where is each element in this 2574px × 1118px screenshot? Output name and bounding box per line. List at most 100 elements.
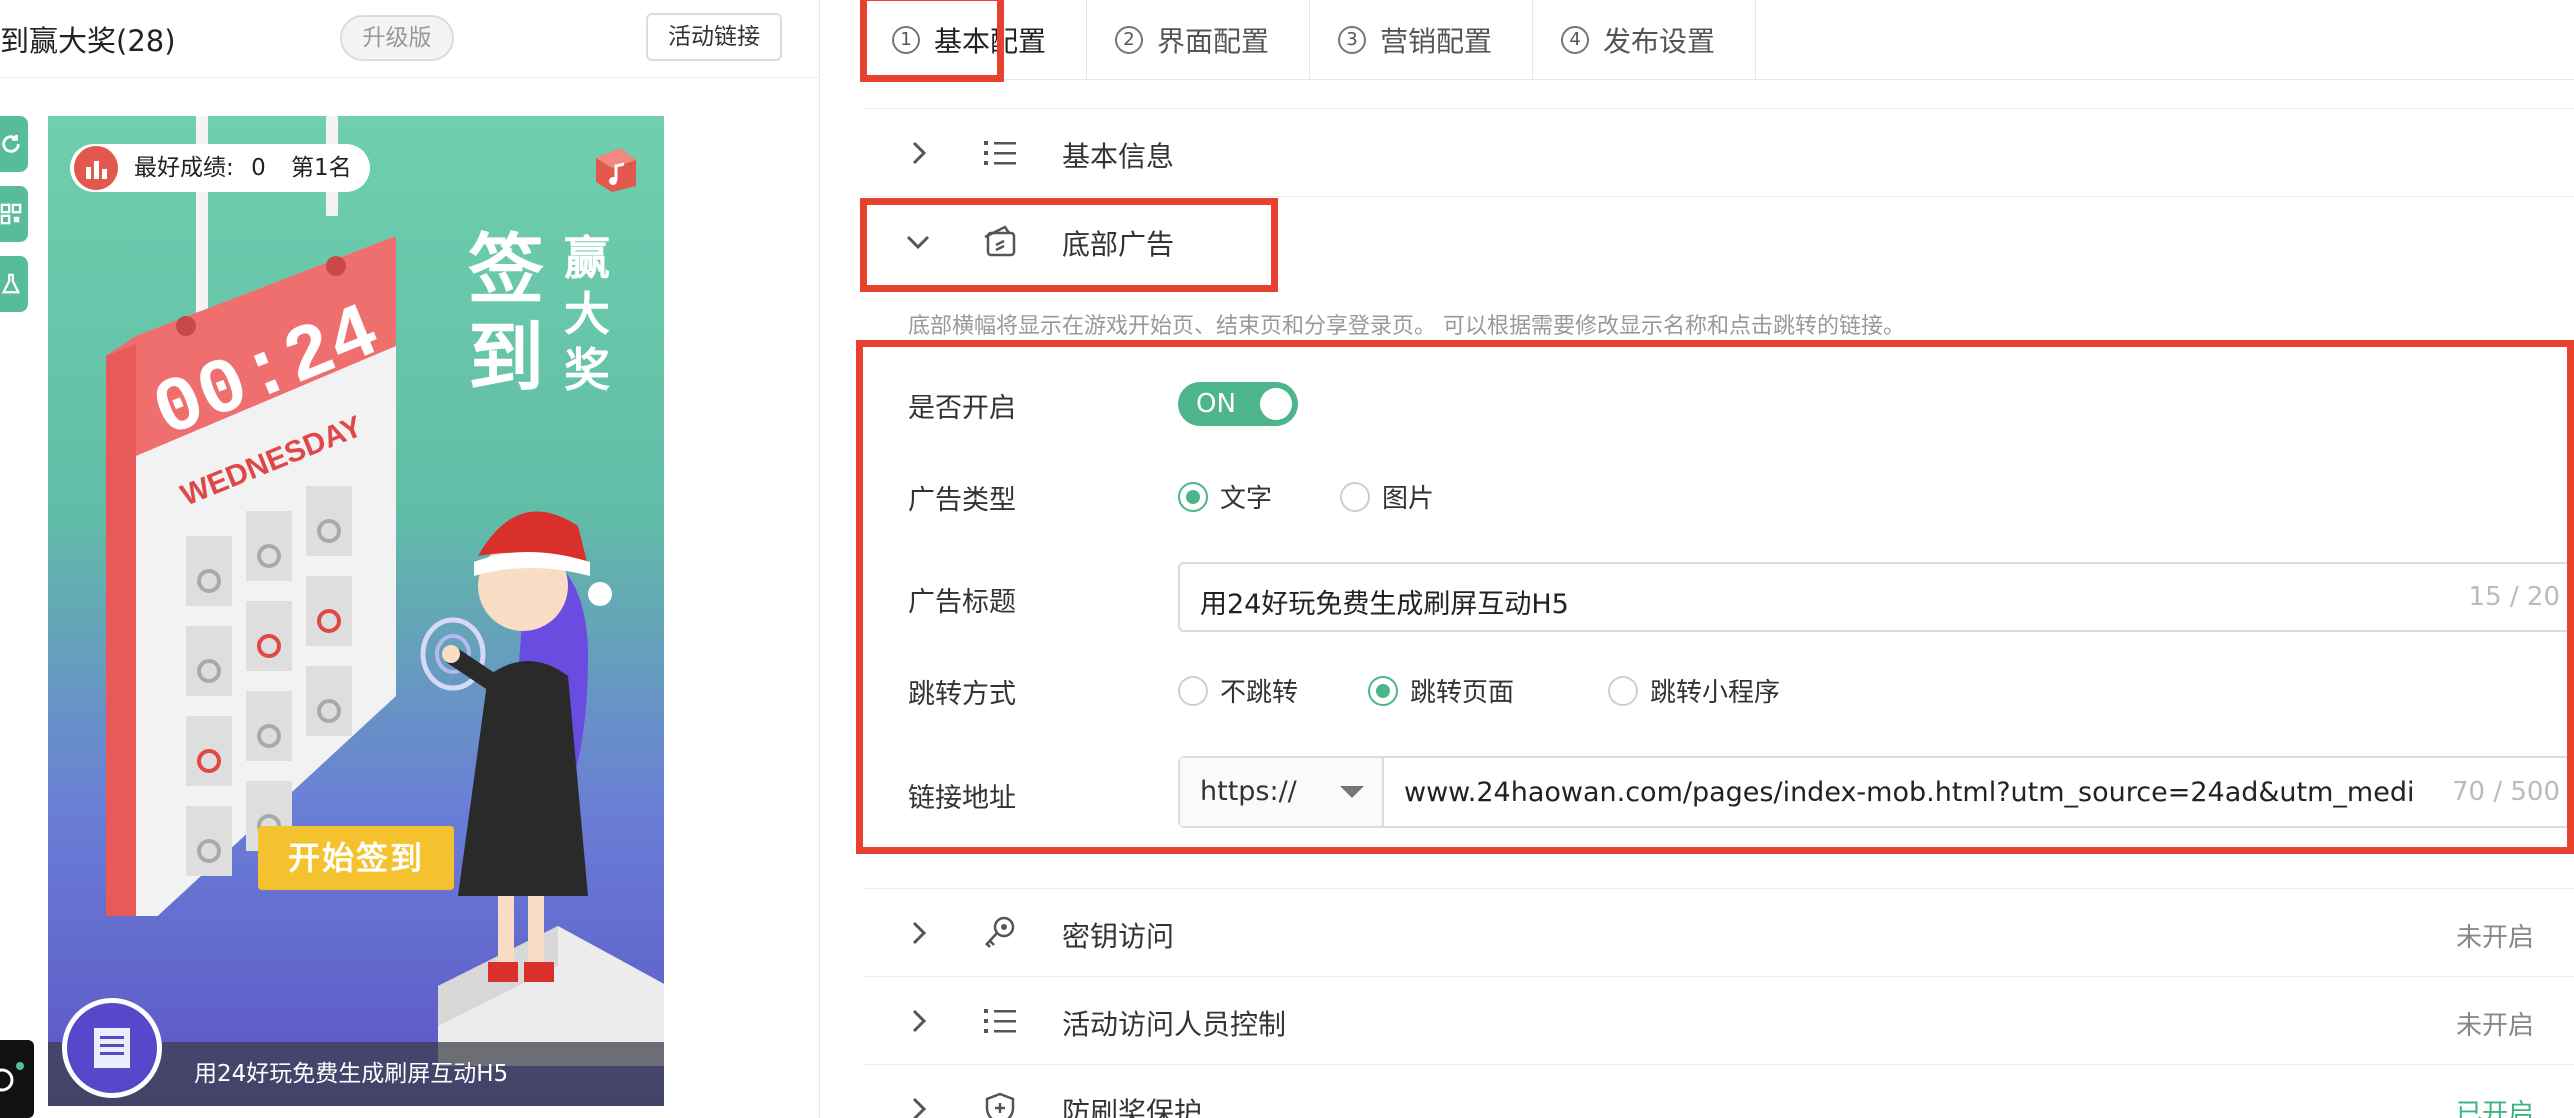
- chevron-right-icon: [912, 921, 927, 945]
- activity-link-button[interactable]: 活动链接: [646, 13, 782, 61]
- tab-number: 2: [1115, 26, 1144, 54]
- link-label: 链接地址: [908, 783, 1016, 814]
- radio-label: 跳转页面: [1410, 678, 1515, 708]
- section-label: 基本信息: [1062, 140, 1175, 173]
- start-signin-button[interactable]: 开始签到: [258, 826, 454, 890]
- score-label: 最好成绩:: [134, 155, 234, 181]
- radio-label: 跳转小程序: [1650, 678, 1781, 708]
- tab-basic-config[interactable]: 1 基本配置: [864, 0, 1088, 80]
- list-icon: [984, 1009, 1016, 1033]
- tab-number: 1: [892, 26, 920, 54]
- section-basic-info[interactable]: 基本信息: [864, 108, 2574, 196]
- tab-publish-settings[interactable]: 4 发布设置: [1533, 0, 1757, 80]
- radio-dot: [1178, 675, 1208, 706]
- jump-none-radio[interactable]: 不跳转: [1178, 672, 1298, 709]
- bar-chart-icon: [74, 146, 118, 190]
- qrcode-icon: [0, 203, 22, 225]
- refresh-icon: [2, 134, 20, 153]
- ad-logo-icon: [62, 998, 162, 1098]
- toggle-text: ON: [1196, 389, 1236, 419]
- section-label: 底部广告: [1062, 228, 1175, 261]
- radio-label: 文字: [1220, 484, 1273, 514]
- radio-dot: [1178, 481, 1208, 512]
- tab-label: 界面配置: [1157, 25, 1270, 58]
- section-visitor-control[interactable]: 活动访问人员控制 未开启: [864, 976, 2574, 1064]
- section-label: 密钥访问: [1062, 920, 1175, 953]
- chevron-right-icon: [912, 1097, 927, 1118]
- title-char: 签: [468, 225, 544, 314]
- ad-title-input[interactable]: 用24好玩免费生成刷屏互动H5 15 / 20: [1178, 562, 2574, 632]
- radio-label: 图片: [1382, 484, 1435, 514]
- caret-down-icon: [1340, 786, 1364, 798]
- flask-icon: [1, 273, 21, 294]
- tab-number: 3: [1338, 26, 1367, 54]
- jump-miniprogram-radio[interactable]: 跳转小程序: [1608, 672, 1780, 709]
- toggle-knob: [1260, 388, 1292, 420]
- ad-title-value: 用24好玩免费生成刷屏互动H5: [1200, 589, 1569, 620]
- preview-header: 到赢大奖(28) 升级版 活动链接: [0, 0, 820, 78]
- qrcode-button[interactable]: [0, 186, 28, 242]
- title-char: 奖: [564, 343, 610, 397]
- ad-type-text-radio[interactable]: 文字: [1178, 478, 1272, 515]
- test-button[interactable]: [0, 256, 28, 312]
- title-char: 大: [564, 287, 610, 341]
- title-char: 到: [468, 313, 544, 402]
- section-bottom-ad[interactable]: 底部广告: [864, 196, 2574, 284]
- list-icon: [984, 141, 1016, 165]
- section-label: 防刷奖保护: [1062, 1096, 1203, 1118]
- enable-label: 是否开启: [908, 393, 1016, 424]
- section-label: 活动访问人员控制: [1062, 1008, 1287, 1041]
- music-icon[interactable]: [590, 144, 640, 194]
- help-icon: [0, 1062, 24, 1092]
- project-title: 到赢大奖(28): [0, 24, 176, 58]
- radio-dot: [1368, 675, 1398, 706]
- tab-label: 发布设置: [1603, 25, 1716, 58]
- tab-ui-config[interactable]: 2 界面配置: [1087, 0, 1311, 80]
- enable-toggle[interactable]: ON: [1178, 382, 1298, 426]
- link-input-group: https:// www.24haowan.com/pages/index-mo…: [1178, 756, 2574, 828]
- upgrade-badge[interactable]: 升级版: [340, 15, 454, 61]
- tab-label: 基本配置: [934, 25, 1047, 58]
- ad-title-row: 广告标题 用24好玩免费生成刷屏互动H5 15 / 20: [908, 562, 2574, 632]
- enable-row: 是否开启 ON: [908, 380, 2538, 430]
- config-tabs: 1 基本配置 2 界面配置 3 营销配置 4 发布设置: [864, 0, 2574, 80]
- phone-preview: 00:24 WEDNESDAY 签 到 赢 大 奖 最好成绩: 0 第1名 开始…: [48, 116, 664, 1106]
- link-row: 链接地址 https:// www.24haowan.com/pages/ind…: [908, 756, 2574, 828]
- section-status: 未开启: [2455, 1011, 2534, 1041]
- jump-page-radio[interactable]: 跳转页面: [1368, 672, 1514, 709]
- radio-dot: [1608, 675, 1638, 706]
- chevron-down-icon: [906, 235, 930, 250]
- best-score-pill: 最好成绩: 0 第1名: [70, 144, 370, 192]
- rank-label: 第1名: [291, 155, 352, 181]
- section-secret-access[interactable]: 密钥访问 未开启: [864, 888, 2574, 976]
- protocol-select[interactable]: https://: [1180, 758, 1384, 826]
- ad-type-row: 广告类型 文字 图片: [908, 474, 2538, 518]
- section-anti-fraud[interactable]: 防刷奖保护 已开启: [864, 1064, 2574, 1118]
- protocol-value: https://: [1200, 776, 1297, 807]
- tab-marketing-config[interactable]: 3 营销配置: [1310, 0, 1534, 80]
- title-char: 赢: [564, 231, 610, 285]
- jump-row: 跳转方式 不跳转 跳转页面 跳转小程序: [908, 668, 2538, 712]
- ad-title-count: 15 / 20: [2468, 582, 2560, 612]
- corner-widget[interactable]: [0, 1040, 34, 1118]
- ad-type-image-radio[interactable]: 图片: [1340, 478, 1434, 515]
- ad-title-label: 广告标题: [908, 587, 1016, 618]
- score-value: 0: [251, 155, 266, 181]
- link-input[interactable]: www.24haowan.com/pages/index-mob.html?ut…: [1404, 777, 2424, 808]
- ad-type-label: 广告类型: [908, 485, 1016, 516]
- girl-illustration: [420, 511, 664, 1066]
- chevron-right-icon: [912, 141, 927, 165]
- refresh-button[interactable]: [0, 116, 28, 172]
- bottom-ad-hint: 底部横幅将显示在游戏开始页、结束页和分享登录页。 可以根据需要修改显示名称和点击…: [908, 314, 1905, 339]
- link-count: 70 / 500: [2452, 777, 2560, 807]
- side-toolbar: [0, 116, 28, 326]
- config-panel: 1 基本配置 2 界面配置 3 营销配置 4 发布设置 基本信息 底部广告 底部…: [856, 0, 2574, 1118]
- tab-number: 4: [1561, 26, 1590, 54]
- jump-label: 跳转方式: [908, 679, 1016, 710]
- section-status: 已开启: [2455, 1099, 2534, 1118]
- radio-label: 不跳转: [1220, 678, 1299, 708]
- preview-panel: 到赢大奖(28) 升级版 活动链接 00:24 WEDNESDAY 签 到 赢 …: [0, 0, 820, 1118]
- shield-icon: [985, 1092, 1015, 1118]
- section-status: 未开启: [2455, 923, 2534, 953]
- ad-card-icon: [984, 225, 1016, 257]
